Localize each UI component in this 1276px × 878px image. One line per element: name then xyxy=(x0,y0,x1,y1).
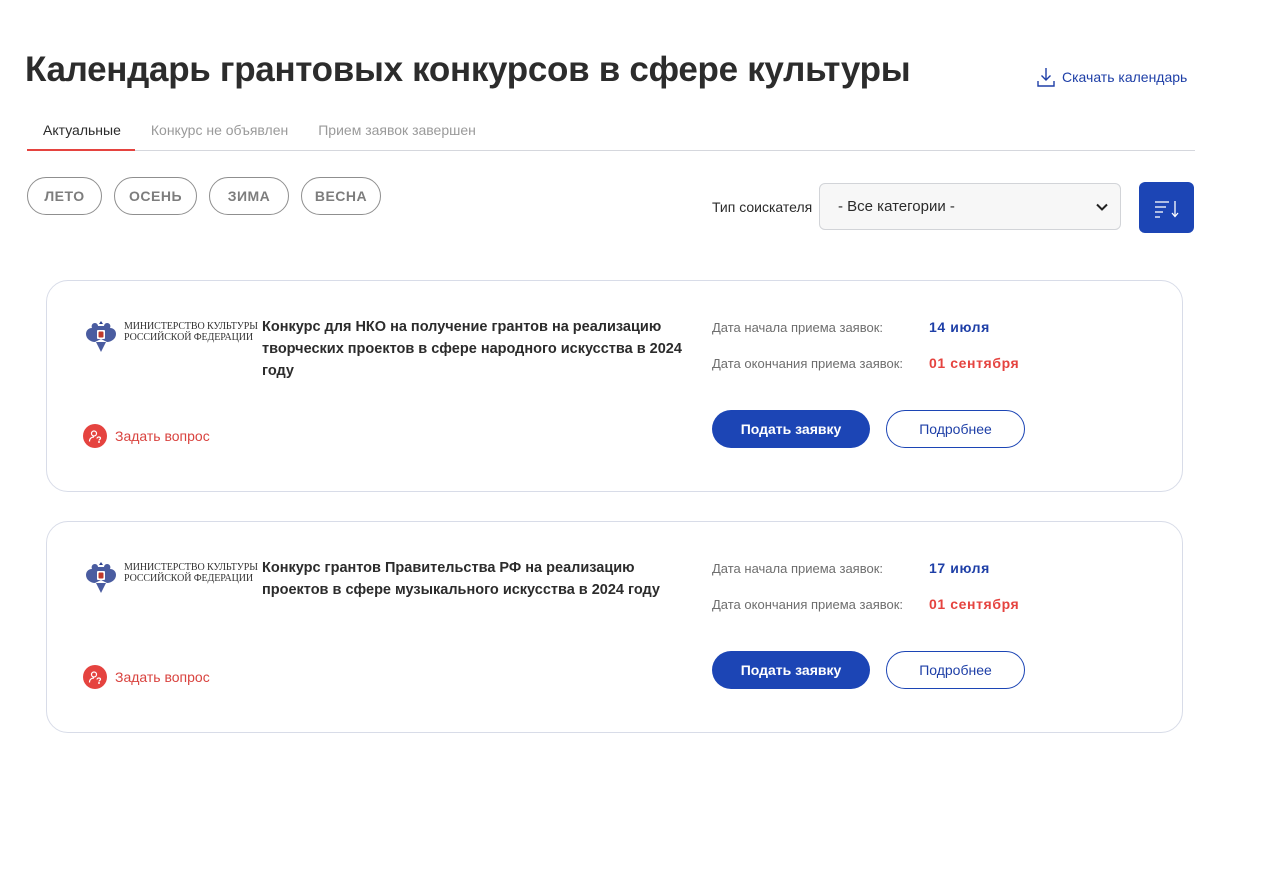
ministry-name-line2: РОССИЙСКОЙ ФЕДЕРАЦИИ xyxy=(124,332,253,343)
ask-question-label: Задать вопрос xyxy=(115,428,210,444)
tab-not-announced[interactable]: Конкурс не объявлен xyxy=(135,112,302,150)
start-date-value: 17 июля xyxy=(929,560,990,576)
coat-of-arms-icon xyxy=(86,562,116,593)
details-button[interactable]: Подробнее xyxy=(886,410,1025,448)
question-person-icon xyxy=(83,424,107,448)
ministry-name-line1: МИНИСТЕРСТВО КУЛЬТУРЫ xyxy=(124,562,258,573)
sort-button[interactable] xyxy=(1139,182,1194,233)
download-calendar-label: Скачать календарь xyxy=(1062,69,1188,85)
details-button[interactable]: Подробнее xyxy=(886,651,1025,689)
season-summer-button[interactable]: ЛЕТО xyxy=(27,177,102,215)
tab-finished[interactable]: Прием заявок завершен xyxy=(302,112,490,150)
coat-of-arms-icon xyxy=(86,321,116,352)
question-person-icon xyxy=(83,665,107,689)
page-title: Календарь грантовых конкурсов в сфере ку… xyxy=(25,50,911,89)
tab-actual[interactable]: Актуальные xyxy=(27,112,135,151)
download-calendar-link[interactable]: Скачать календарь xyxy=(1036,66,1187,88)
start-date-label: Дата начала приема заявок: xyxy=(712,320,884,335)
season-spring-button[interactable]: ВЕСНА xyxy=(301,177,381,215)
end-date-value: 01 сентября xyxy=(929,355,1020,371)
end-date-label: Дата окончания приема заявок: xyxy=(712,597,904,612)
grant-title[interactable]: Конкурс грантов Правительства РФ на реал… xyxy=(262,557,694,601)
season-winter-button[interactable]: ЗИМА xyxy=(209,177,289,215)
download-icon xyxy=(1037,68,1055,87)
ask-question-label: Задать вопрос xyxy=(115,669,210,685)
start-date-label: Дата начала приема заявок: xyxy=(712,561,884,576)
applicant-type-value: - Все категории - xyxy=(838,198,955,215)
apply-button[interactable]: Подать заявку xyxy=(712,651,870,689)
end-date-value: 01 сентября xyxy=(929,596,1020,612)
end-date-label: Дата окончания приема заявок: xyxy=(712,356,904,371)
grant-card: МИНИСТЕРСТВО КУЛЬТУРЫ РОССИЙСКОЙ ФЕДЕРАЦ… xyxy=(46,521,1183,733)
season-filter: ЛЕТО ОСЕНЬ ЗИМА ВЕСНА xyxy=(27,177,381,215)
grant-title[interactable]: Конкурс для НКО на получение грантов на … xyxy=(262,316,694,382)
start-date-value: 14 июля xyxy=(929,319,990,335)
ministry-name-line2: РОССИЙСКОЙ ФЕДЕРАЦИИ xyxy=(124,573,253,584)
chevron-down-icon xyxy=(1096,203,1108,211)
ask-question-link[interactable]: Задать вопрос xyxy=(83,424,210,448)
ministry-logo: МИНИСТЕРСТВО КУЛЬТУРЫ РОССИЙСКОЙ ФЕДЕРАЦ… xyxy=(82,317,258,355)
status-tabs: Актуальные Конкурс не объявлен Прием зая… xyxy=(27,112,1195,151)
sort-icon xyxy=(1154,200,1178,218)
apply-button[interactable]: Подать заявку xyxy=(712,410,870,448)
applicant-type-label: Тип соискателя xyxy=(712,199,813,215)
applicant-type-select[interactable]: - Все категории - xyxy=(819,183,1121,230)
ask-question-link[interactable]: Задать вопрос xyxy=(83,665,210,689)
season-autumn-button[interactable]: ОСЕНЬ xyxy=(114,177,197,215)
ministry-logo: МИНИСТЕРСТВО КУЛЬТУРЫ РОССИЙСКОЙ ФЕДЕРАЦ… xyxy=(82,558,258,596)
ministry-name-line1: МИНИСТЕРСТВО КУЛЬТУРЫ xyxy=(124,321,258,332)
grant-card: МИНИСТЕРСТВО КУЛЬТУРЫ РОССИЙСКОЙ ФЕДЕРАЦ… xyxy=(46,280,1183,492)
